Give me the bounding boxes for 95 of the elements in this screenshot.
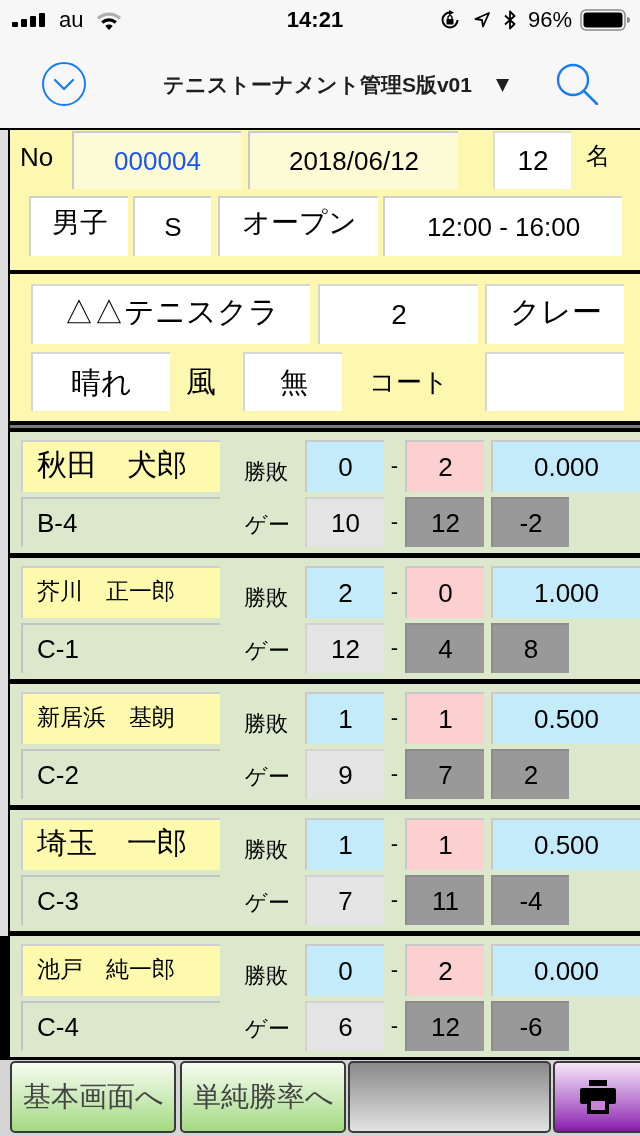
dash-separator: -	[390, 1015, 399, 1037]
toolbar-button[interactable]	[348, 1061, 551, 1133]
signal-icon	[12, 13, 46, 27]
game-label: ゲー	[245, 1018, 290, 1040]
losses-cell[interactable]: 2	[405, 440, 484, 492]
player-name-field[interactable]: 池戸 純一郎	[21, 944, 220, 996]
win-rate-cell[interactable]: 0.000	[491, 944, 640, 996]
wins-cell[interactable]: 0	[305, 944, 384, 996]
courts-field[interactable]: 2	[318, 284, 478, 344]
win-rate-cell[interactable]: 0.000	[491, 440, 640, 492]
match-label: 勝敗	[243, 587, 288, 609]
court-field[interactable]	[485, 352, 624, 411]
surface-field[interactable]: クレー	[485, 284, 624, 344]
game-difference-cell[interactable]: -6	[491, 1001, 569, 1051]
bluetooth-icon	[503, 10, 516, 30]
wins-cell[interactable]: 0	[305, 440, 384, 492]
location-arrow-icon	[473, 12, 490, 28]
court-label: コート	[368, 368, 449, 395]
game-label: ゲー	[245, 766, 290, 788]
match-label: 勝敗	[243, 461, 288, 483]
player-code-field[interactable]: C-1	[21, 623, 220, 673]
win-rate-cell[interactable]: 0.500	[491, 818, 640, 870]
number-label: No	[20, 144, 54, 170]
game-label: ゲー	[245, 892, 290, 914]
print-button[interactable]	[553, 1061, 640, 1133]
games-won-cell[interactable]: 6	[305, 1001, 384, 1051]
player-code-field[interactable]: C-2	[21, 749, 220, 799]
dash-separator: -	[390, 889, 399, 911]
wind-label: 風	[185, 366, 216, 397]
player-name-field[interactable]: 新居浜 基朗	[21, 692, 220, 744]
player-code-field[interactable]: B-4	[21, 497, 220, 547]
dash-separator: -	[390, 511, 399, 533]
carrier-name: au	[59, 9, 84, 31]
games-won-cell[interactable]: 10	[305, 497, 384, 547]
date-field[interactable]: 2018/06/12	[248, 131, 458, 189]
game-label: ゲー	[245, 514, 290, 536]
games-lost-cell[interactable]: 7	[405, 749, 484, 799]
games-won-cell[interactable]: 7	[305, 875, 384, 925]
player-name-field[interactable]: 芥川 正一郎	[21, 566, 220, 618]
player-code-field[interactable]: C-3	[21, 875, 220, 925]
losses-cell[interactable]: 2	[405, 944, 484, 996]
games-lost-cell[interactable]: 4	[405, 623, 484, 673]
printer-icon	[579, 1080, 616, 1114]
nav-button[interactable]: 単純勝率へ	[180, 1061, 346, 1133]
wins-cell[interactable]: 1	[305, 692, 384, 744]
games-won-cell[interactable]: 12	[305, 623, 384, 673]
dash-separator: -	[390, 833, 399, 855]
player-name-field[interactable]: 埼玉 一郎	[21, 818, 220, 870]
game-difference-cell[interactable]: 2	[491, 749, 569, 799]
match-label: 勝敗	[243, 965, 288, 987]
games-won-cell[interactable]: 9	[305, 749, 384, 799]
losses-cell[interactable]: 0	[405, 566, 484, 618]
dash-separator: -	[390, 763, 399, 785]
count-field[interactable]: 12	[493, 131, 571, 189]
wifi-icon	[96, 10, 123, 30]
losses-cell[interactable]: 1	[405, 818, 484, 870]
wins-cell[interactable]: 2	[305, 566, 384, 618]
games-lost-cell[interactable]: 12	[405, 1001, 484, 1051]
wins-cell[interactable]: 1	[305, 818, 384, 870]
dash-separator: -	[390, 959, 399, 981]
club-field[interactable]: △△テニスクラ	[31, 284, 310, 344]
win-rate-cell[interactable]: 1.000	[491, 566, 640, 618]
game-difference-cell[interactable]: 8	[491, 623, 569, 673]
battery-percent: 96%	[527, 9, 572, 31]
player-code-field[interactable]: C-4	[21, 1001, 220, 1051]
weather-field[interactable]: 晴れ	[31, 352, 170, 411]
dash-separator: -	[390, 581, 399, 603]
games-lost-cell[interactable]: 11	[405, 875, 484, 925]
status-time: 14:21	[286, 9, 344, 31]
dash-separator: -	[390, 637, 399, 659]
losses-cell[interactable]: 1	[405, 692, 484, 744]
game-label: ゲー	[245, 640, 290, 662]
match-label: 勝敗	[243, 839, 288, 861]
title-dropdown-arrow[interactable]: ▼	[496, 75, 510, 93]
battery-icon	[580, 9, 630, 31]
chevron-down-icon[interactable]	[42, 62, 86, 106]
nav-button[interactable]: 基本画面へ	[10, 1061, 176, 1133]
event-field[interactable]: S	[133, 196, 211, 256]
count-unit: 名	[586, 144, 610, 168]
time-field[interactable]: 12:00 - 16:00	[383, 196, 622, 256]
match-label: 勝敗	[243, 713, 288, 735]
app-title: テニストーナメント管理S版v01	[162, 73, 472, 95]
gender-field[interactable]: 男子	[29, 196, 128, 256]
game-difference-cell[interactable]: -4	[491, 875, 569, 925]
category-field[interactable]: オープン	[218, 196, 378, 256]
record-number-field[interactable]: 000004	[72, 131, 241, 189]
wind-field[interactable]: 無	[243, 352, 342, 411]
orientation-lock-icon	[439, 10, 460, 30]
dash-separator: -	[390, 707, 399, 729]
games-lost-cell[interactable]: 12	[405, 497, 484, 547]
win-rate-cell[interactable]: 0.500	[491, 692, 640, 744]
dash-separator: -	[390, 455, 399, 477]
game-difference-cell[interactable]: -2	[491, 497, 569, 547]
player-name-field[interactable]: 秋田 犬郎	[21, 440, 220, 492]
search-icon[interactable]	[556, 63, 598, 105]
